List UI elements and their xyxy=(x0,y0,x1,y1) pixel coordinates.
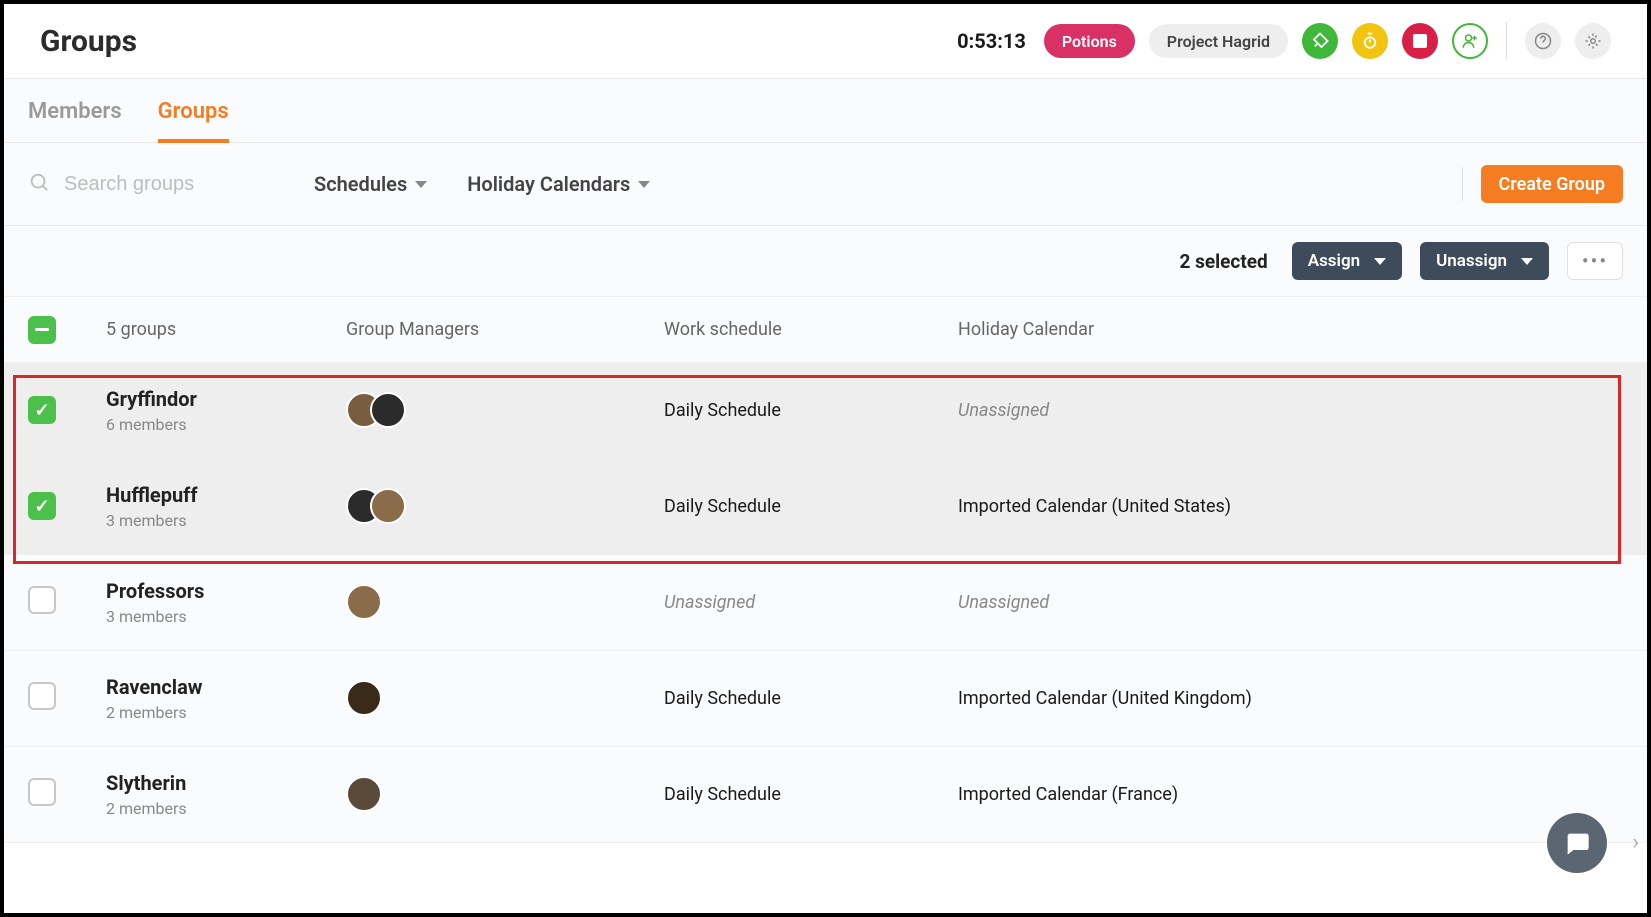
tab-members[interactable]: Members xyxy=(28,99,122,142)
assign-button[interactable]: Assign xyxy=(1292,242,1402,280)
row-checkbox[interactable] xyxy=(28,682,56,710)
search-input[interactable] xyxy=(64,173,274,196)
avatar xyxy=(370,488,406,524)
holiday-calendar: Imported Calendar (United Kingdom) xyxy=(958,688,1252,709)
chat-bubble[interactable] xyxy=(1547,813,1607,873)
tab-groups[interactable]: Groups xyxy=(158,99,229,142)
selection-count: 2 selected xyxy=(1180,250,1268,273)
settings-icon[interactable] xyxy=(1575,23,1611,59)
group-name: Ravenclaw xyxy=(106,675,346,699)
more-button[interactable]: ••• xyxy=(1567,242,1623,280)
group-name: Professors xyxy=(106,579,346,603)
holiday-calendar: Imported Calendar (France) xyxy=(958,784,1178,805)
avatar xyxy=(346,584,382,620)
create-group-button[interactable]: Create Group xyxy=(1481,165,1624,203)
divider xyxy=(1462,167,1463,201)
table-row[interactable]: ✓ Gryffindor 6 members Daily Schedule Unassi… xyxy=(4,363,1647,459)
work-schedule: Daily Schedule xyxy=(664,400,781,421)
row-checkbox[interactable]: ✓ xyxy=(28,396,56,424)
timer-icon[interactable] xyxy=(1352,23,1388,59)
table-body: ✓ Gryffindor 6 members Daily Schedule Unassi… xyxy=(4,363,1647,843)
manager-avatars xyxy=(346,680,664,716)
unassign-label: Unassign xyxy=(1436,251,1507,271)
tabs: Members Groups xyxy=(4,79,1647,143)
member-count: 6 members xyxy=(106,415,346,434)
table-row[interactable]: ✓ Hufflepuff 3 members Daily Schedule Import… xyxy=(4,459,1647,555)
chevron-down-icon xyxy=(1374,258,1386,265)
stop-icon[interactable] xyxy=(1402,23,1438,59)
group-name: Gryffindor xyxy=(106,387,346,411)
table-row[interactable]: Slytherin 2 members Daily Schedule Imported… xyxy=(4,747,1647,843)
holiday-calendar: Unassigned xyxy=(958,400,1049,421)
col-header-schedule: Work schedule xyxy=(664,319,958,340)
topbar-right: 0:53:13 Potions Project Hagrid xyxy=(957,22,1611,60)
work-schedule: Daily Schedule xyxy=(664,688,781,709)
manager-avatars xyxy=(346,776,664,812)
help-icon[interactable] xyxy=(1525,23,1561,59)
table-header: 5 groups Group Managers Work schedule Ho… xyxy=(4,297,1647,363)
filter-calendars[interactable]: Holiday Calendars xyxy=(467,172,650,196)
holiday-calendar: Unassigned xyxy=(958,592,1049,613)
row-checkbox[interactable]: ✓ xyxy=(28,492,56,520)
selection-bar: 2 selected Assign Unassign ••• xyxy=(4,226,1647,297)
add-person-icon[interactable] xyxy=(1452,23,1488,59)
member-count: 2 members xyxy=(106,703,346,722)
topbar: Groups 0:53:13 Potions Project Hagrid xyxy=(4,4,1647,79)
unassign-button[interactable]: Unassign xyxy=(1420,242,1549,280)
group-name: Slytherin xyxy=(106,771,346,795)
chevron-down-icon xyxy=(1521,258,1533,265)
filter-schedules[interactable]: Schedules xyxy=(314,172,427,196)
timer-display: 0:53:13 xyxy=(957,29,1026,53)
manager-avatars xyxy=(346,584,664,620)
table-row[interactable]: Ravenclaw 2 members Daily Schedule Imported… xyxy=(4,651,1647,747)
search-icon xyxy=(28,171,50,197)
project-pill-primary[interactable]: Potions xyxy=(1044,24,1135,58)
member-count: 2 members xyxy=(106,799,346,818)
avatar xyxy=(370,392,406,428)
member-count: 3 members xyxy=(106,511,346,530)
avatar xyxy=(346,680,382,716)
work-schedule: Daily Schedule xyxy=(664,784,781,805)
filter-schedules-label: Schedules xyxy=(314,172,407,196)
filter-calendars-label: Holiday Calendars xyxy=(467,172,630,196)
next-arrow-icon[interactable]: › xyxy=(1632,830,1639,855)
col-header-managers: Group Managers xyxy=(346,319,664,340)
row-checkbox[interactable] xyxy=(28,586,56,614)
toolbar: Schedules Holiday Calendars Create Group xyxy=(4,143,1647,226)
divider xyxy=(1506,22,1507,60)
manager-avatars xyxy=(346,392,664,428)
work-schedule: Daily Schedule xyxy=(664,496,781,517)
row-checkbox[interactable] xyxy=(28,778,56,806)
col-header-groups: 5 groups xyxy=(106,319,346,340)
col-check xyxy=(28,315,106,344)
col-header-calendar: Holiday Calendar xyxy=(958,319,1623,340)
assign-label: Assign xyxy=(1308,251,1360,271)
group-name: Hufflepuff xyxy=(106,483,346,507)
table-row[interactable]: Professors 3 members Unassigned Unassigned xyxy=(4,555,1647,651)
search-wrap xyxy=(28,171,274,197)
member-count: 3 members xyxy=(106,607,346,626)
work-schedule: Unassigned xyxy=(664,592,755,613)
project-pill-secondary[interactable]: Project Hagrid xyxy=(1149,24,1288,58)
holiday-calendar: Imported Calendar (United States) xyxy=(958,496,1231,517)
chevron-down-icon xyxy=(638,181,650,188)
chevron-down-icon xyxy=(415,181,427,188)
rocket-icon[interactable] xyxy=(1302,23,1338,59)
page-title: Groups xyxy=(40,24,137,59)
avatar xyxy=(346,776,382,812)
select-all-checkbox[interactable] xyxy=(28,316,56,344)
manager-avatars xyxy=(346,488,664,524)
